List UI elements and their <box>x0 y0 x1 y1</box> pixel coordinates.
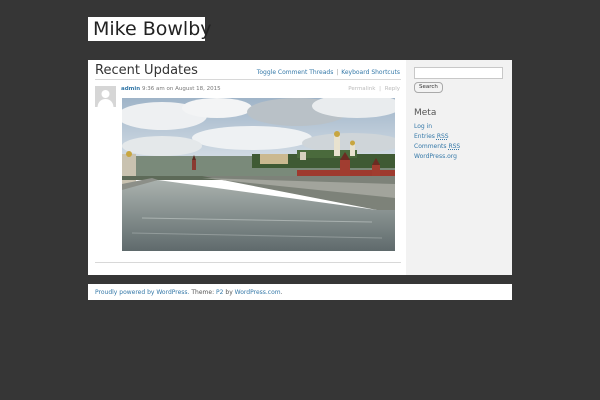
post-author-link[interactable]: admin <box>121 86 140 92</box>
default-avatar-icon <box>95 86 116 107</box>
theme-label: Theme: <box>191 289 215 296</box>
site-title[interactable]: Mike Bowlby <box>88 17 212 41</box>
main-column: Recent Updates Toggle Comment Threads | … <box>88 60 406 275</box>
meta-item-comments-rss[interactable]: Comments RSS <box>414 142 460 152</box>
meta-item-entries-rss[interactable]: Entries RSS <box>414 132 460 142</box>
permalink-link[interactable]: Permalink <box>348 86 375 92</box>
sidebar: Search Meta Log in Entries RSS Comments … <box>406 60 512 275</box>
content-wrapper: Recent Updates Toggle Comment Threads | … <box>88 60 512 275</box>
footer: Proudly powered by WordPress. Theme: P2 … <box>88 284 512 300</box>
theme-author-link[interactable]: WordPress.com <box>235 289 281 296</box>
search-button[interactable]: Search <box>414 82 443 93</box>
comments-label: Comments <box>414 143 447 150</box>
by-label: by <box>225 289 233 296</box>
post-photo <box>122 98 395 251</box>
meta-item-login[interactable]: Log in <box>414 122 460 132</box>
reply-link[interactable]: Reply <box>385 86 400 92</box>
keyboard-shortcuts-link[interactable]: Keyboard Shortcuts <box>341 69 400 76</box>
header-links-separator: | <box>336 69 339 76</box>
powered-by-link[interactable]: Proudly powered by WordPress. <box>95 289 189 296</box>
post-date: August 18, 2015 <box>175 86 221 92</box>
search-input[interactable] <box>414 67 503 79</box>
footer-period: . <box>280 289 283 296</box>
post-meta: admin 9:36 am on August 18, 2015 <box>121 86 221 92</box>
entries-label: Entries <box>414 133 435 140</box>
meta-item-wordpress-org[interactable]: WordPress.org <box>414 152 460 162</box>
footer-text: Proudly powered by WordPress. Theme: P2 … <box>95 289 283 296</box>
entries-rss-abbr: RSS <box>436 133 449 140</box>
post-actions-separator: | <box>379 86 382 92</box>
post-actions: Permalink | Reply <box>348 86 400 92</box>
post-time: 9:36 am <box>141 86 165 92</box>
theme-link[interactable]: P2 <box>216 289 223 296</box>
meta-list: Log in Entries RSS Comments RSS WordPres… <box>414 122 460 162</box>
header-links: Toggle Comment Threads | Keyboard Shortc… <box>257 69 400 76</box>
toggle-comment-threads-link[interactable]: Toggle Comment Threads <box>257 69 334 76</box>
meta-widget-title: Meta <box>414 108 437 118</box>
avatar[interactable] <box>95 86 116 107</box>
comments-rss-abbr: RSS <box>448 143 461 150</box>
title-divider <box>95 79 401 80</box>
post-on-word: on <box>166 86 174 92</box>
post-divider <box>95 262 401 263</box>
page-title: Recent Updates <box>95 63 198 78</box>
